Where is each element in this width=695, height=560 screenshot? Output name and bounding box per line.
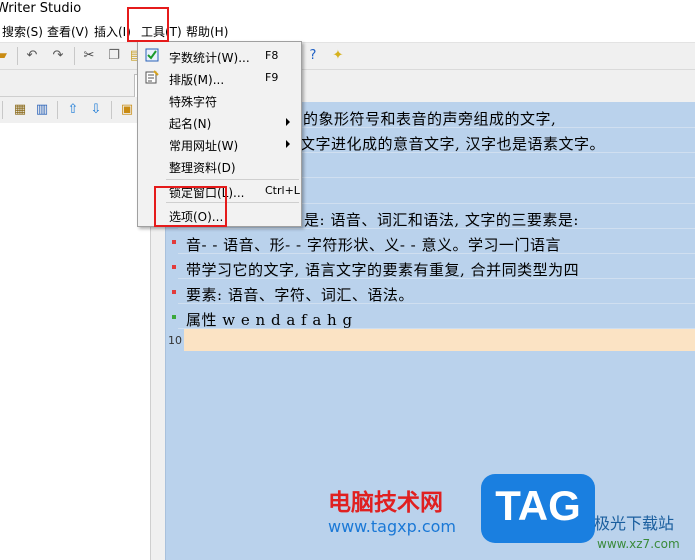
editor-line: 文字进化成的意音文字, 汉字也是语素文字。 [300, 135, 606, 153]
cut-icon[interactable]: ✂ [81, 48, 97, 64]
undo-icon[interactable]: ↶ [24, 48, 40, 64]
watermark-site-url: www.tagxp.com [328, 517, 456, 536]
watermark-tag-text: TAG [495, 482, 581, 529]
submenu-arrow-icon [286, 140, 290, 148]
editor-line: 要素: 语音、字符、词汇、语法。 [186, 286, 414, 304]
help-icon[interactable]: ? [305, 48, 321, 64]
editor-line: 属性 w e n d a f a h g [186, 311, 353, 329]
move-up-icon[interactable]: ⇧ [65, 102, 81, 118]
menu-item-shortcut: F8 [265, 49, 279, 62]
menu-item-word-count[interactable]: 字数统计(W)... F8 [138, 45, 301, 67]
menu-item-special-chars[interactable]: 特殊字符 [138, 89, 301, 111]
main-toolbar: ▰ ↶ ↷ ✂ ❐ ▤ ? ✦ [0, 43, 695, 70]
notes-icon[interactable]: ▥ [34, 102, 50, 118]
menu-item-common-urls[interactable]: 常用网址(W) [138, 133, 301, 155]
left-panel-tabstrip [0, 70, 150, 97]
menu-help[interactable]: 帮助(H) [186, 23, 228, 40]
paragraph-marker [172, 315, 176, 319]
line-number: 10 [168, 334, 182, 347]
menu-item-label: 整理资料(D) [169, 161, 236, 175]
toolbar-separator [111, 101, 112, 119]
check-icon [145, 48, 159, 62]
move-down-icon[interactable]: ⇩ [88, 102, 104, 118]
editor-line: 是: 语音、词汇和语法, 文字的三要素是: [304, 211, 579, 229]
menu-item-shortcut: F9 [265, 71, 279, 84]
left-panel [0, 70, 150, 560]
menu-item-label: 特殊字符 [169, 95, 218, 109]
editor-line: 音- - 语音、形- - 字符形状、义- - 意义。学习一门语言 [186, 236, 562, 254]
menu-bar: 搜索(S) 查看(V) 插入(I) 工具(T) 帮助(H) [0, 20, 695, 43]
watermark-partner-url: www.xz7.com [597, 537, 680, 551]
properties-icon[interactable]: ▦ [12, 102, 28, 118]
format-icon [145, 70, 159, 84]
menu-item-label: 起名(N) [169, 117, 212, 131]
editor-line: 带学习它的文字, 语言文字的要素有重复, 合并同类型为四 [186, 261, 580, 279]
left-panel-toolbar: ▦ ▥ ⇧ ⇩ ▣ [0, 97, 150, 123]
current-line-highlight[interactable] [184, 329, 695, 351]
watermark-partner: 极光下载站 [594, 514, 675, 533]
toolbar-separator [17, 47, 18, 65]
copy-icon[interactable]: ❐ [106, 48, 122, 64]
title-bar: Writer Studio [0, 0, 695, 20]
tools-menu-highlight [127, 7, 169, 42]
menu-item-format[interactable]: 排版(M)... F9 [138, 67, 301, 89]
toolbar-separator [57, 101, 58, 119]
options-item-highlight [154, 186, 227, 227]
toolbar-separator [74, 47, 75, 65]
menu-item-label: 排版(M)... [169, 73, 225, 87]
window-title: Writer Studio [0, 1, 82, 16]
watermark-tag-logo: TAG [481, 474, 595, 543]
menu-search[interactable]: 搜索(S) [2, 23, 43, 40]
menu-view[interactable]: 查看(V) [47, 23, 89, 40]
menu-item-organize[interactable]: 整理资料(D) [138, 155, 301, 177]
open-folder-icon[interactable]: ▰ [0, 48, 10, 64]
paragraph-marker [172, 265, 176, 269]
menu-insert[interactable]: 插入(I) [94, 23, 131, 40]
submenu-arrow-icon [286, 118, 290, 126]
paragraph-marker [172, 240, 176, 244]
lock-icon[interactable]: ▣ [119, 102, 135, 118]
watermark-site-name: 电脑技术网 [328, 490, 443, 516]
menu-item-shortcut: Ctrl+L [265, 184, 300, 197]
tip-bulb-icon[interactable]: ✦ [330, 48, 346, 64]
redo-icon[interactable]: ↷ [50, 48, 66, 64]
menu-item-label: 字数统计(W)... [169, 51, 250, 65]
menu-item-naming[interactable]: 起名(N) [138, 111, 301, 133]
paragraph-marker [172, 290, 176, 294]
menu-item-label: 常用网址(W) [169, 139, 239, 153]
document-tree[interactable] [0, 124, 150, 560]
editor-line: 表义的象形符号和表音的声旁组成的文字, [272, 110, 557, 128]
toolbar-separator [2, 101, 3, 119]
